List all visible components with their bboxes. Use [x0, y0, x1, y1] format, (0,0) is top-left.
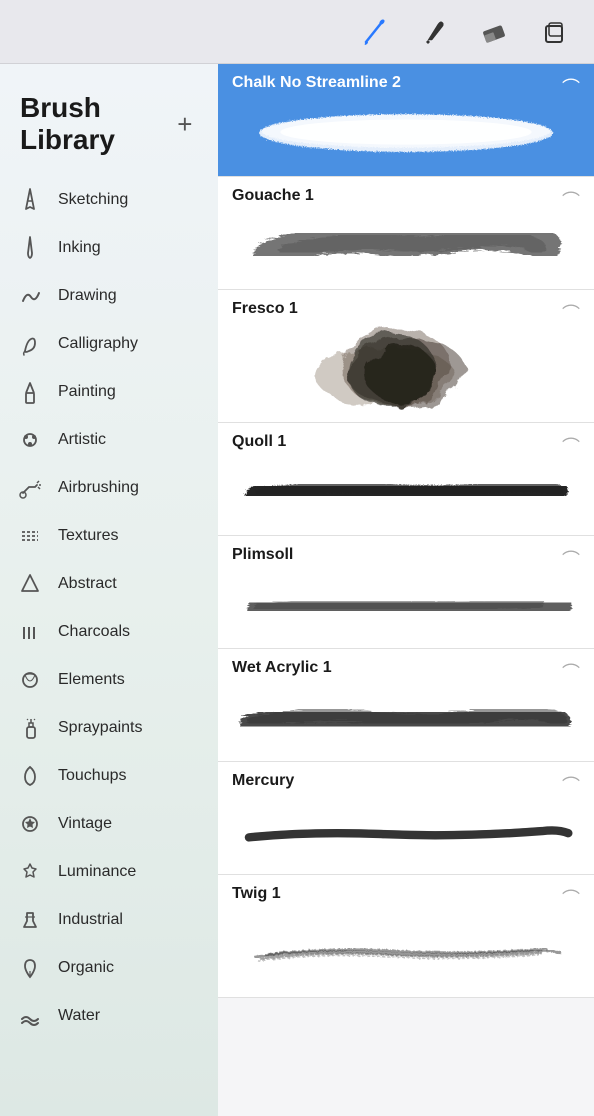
sidebar-item-label-luminance: Luminance — [58, 863, 136, 881]
touchups-icon — [16, 762, 44, 790]
organic-icon — [16, 954, 44, 982]
sidebar-item-label-artistic: Artistic — [58, 431, 106, 449]
brush-curl-quoll: ⌒ — [562, 433, 580, 459]
brush-preview-gouache — [218, 209, 594, 289]
sidebar: Brush Library + Sketching Inking Drawing — [0, 64, 218, 1116]
main-content: Brush Library + Sketching Inking Drawing — [0, 64, 594, 1116]
sidebar-item-vintage[interactable]: Vintage — [0, 800, 218, 848]
brush-preview-quoll — [218, 455, 594, 535]
brush-name-plimsoll: Plimsoll — [218, 536, 594, 568]
sidebar-item-artistic[interactable]: Artistic — [0, 416, 218, 464]
brush-preview-fresco — [218, 322, 594, 422]
sidebar-item-label-abstract: Abstract — [58, 575, 117, 593]
sidebar-item-label-inking: Inking — [58, 239, 101, 257]
brush-curl-wet-acrylic: ⌒ — [562, 659, 580, 685]
sidebar-item-label-charcoals: Charcoals — [58, 623, 130, 641]
toolbar — [0, 0, 594, 64]
painting-icon — [16, 378, 44, 406]
sidebar-item-drawing[interactable]: Drawing — [0, 272, 218, 320]
sidebar-item-textures[interactable]: Textures — [0, 512, 218, 560]
brush-curl-gouache: ⌒ — [562, 187, 580, 213]
eraser-tool-icon[interactable] — [478, 16, 510, 48]
brush-item-chalk[interactable]: Chalk No Streamline 2 ⌒ — [218, 64, 594, 177]
textures-icon — [16, 522, 44, 550]
elements-icon — [16, 666, 44, 694]
brush-name-quoll: Quoll 1 — [218, 423, 594, 455]
sidebar-item-label-sketching: Sketching — [58, 191, 128, 209]
brush-item-mercury[interactable]: Mercury ⌒ — [218, 762, 594, 875]
sidebar-item-label-textures: Textures — [58, 527, 118, 545]
sidebar-item-label-airbrushing: Airbrushing — [58, 479, 139, 497]
sidebar-item-label-water: Water — [58, 1007, 100, 1025]
sidebar-item-label-painting: Painting — [58, 383, 116, 401]
sidebar-item-inking[interactable]: Inking — [0, 224, 218, 272]
sidebar-item-charcoals[interactable]: Charcoals — [0, 608, 218, 656]
brush-item-plimsoll[interactable]: Plimsoll ⌒ — [218, 536, 594, 649]
vintage-icon — [16, 810, 44, 838]
sidebar-item-touchups[interactable]: Touchups — [0, 752, 218, 800]
sidebar-item-spraypaints[interactable]: Spraypaints — [0, 704, 218, 752]
sidebar-item-label-elements: Elements — [58, 671, 125, 689]
sidebar-item-sketching[interactable]: Sketching — [0, 176, 218, 224]
brush-curl-twig: ⌒ — [562, 885, 580, 911]
brush-name-fresco: Fresco 1 — [218, 290, 594, 322]
brush-curl-fresco: ⌒ — [562, 300, 580, 326]
brush-name-mercury: Mercury — [218, 762, 594, 794]
sidebar-item-label-touchups: Touchups — [58, 767, 127, 785]
sidebar-item-water[interactable]: Water — [0, 992, 218, 1040]
brush-curl-plimsoll: ⌒ — [562, 546, 580, 572]
brush-curl-chalk: ⌒ — [562, 74, 580, 100]
sidebar-item-label-drawing: Drawing — [58, 287, 117, 305]
brush-item-quoll[interactable]: Quoll 1 ⌒ — [218, 423, 594, 536]
sidebar-item-luminance[interactable]: Luminance — [0, 848, 218, 896]
inkpen-tool-icon[interactable] — [418, 16, 450, 48]
sidebar-item-label-calligraphy: Calligraphy — [58, 335, 138, 353]
sidebar-item-label-organic: Organic — [58, 959, 114, 977]
charcoals-icon — [16, 618, 44, 646]
calligraphy-icon — [16, 330, 44, 358]
brush-preview-twig — [218, 907, 594, 997]
sketching-icon — [16, 186, 44, 214]
brush-list: Chalk No Streamline 2 ⌒ Gouache 1 ⌒ — [218, 64, 594, 1116]
brush-preview-mercury — [218, 794, 594, 874]
brush-name-wet-acrylic: Wet Acrylic 1 — [218, 649, 594, 681]
sidebar-item-label-spraypaints: Spraypaints — [58, 719, 143, 737]
brush-item-gouache[interactable]: Gouache 1 ⌒ — [218, 177, 594, 290]
sidebar-item-abstract[interactable]: Abstract — [0, 560, 218, 608]
airbrushing-icon — [16, 474, 44, 502]
brush-preview-wet-acrylic — [218, 681, 594, 761]
sidebar-header: Brush Library + — [0, 64, 218, 176]
brush-name-chalk: Chalk No Streamline 2 — [218, 64, 594, 96]
brush-name-twig: Twig 1 — [218, 875, 594, 907]
sidebar-item-painting[interactable]: Painting — [0, 368, 218, 416]
drawing-icon — [16, 282, 44, 310]
sidebar-item-organic[interactable]: Organic — [0, 944, 218, 992]
sidebar-item-calligraphy[interactable]: Calligraphy — [0, 320, 218, 368]
sidebar-item-elements[interactable]: Elements — [0, 656, 218, 704]
abstract-icon — [16, 570, 44, 598]
brush-item-fresco[interactable]: Fresco 1 ⌒ — [218, 290, 594, 423]
add-brush-button[interactable]: + — [172, 108, 198, 140]
brush-name-gouache: Gouache 1 — [218, 177, 594, 209]
brush-item-wet-acrylic[interactable]: Wet Acrylic 1 ⌒ — [218, 649, 594, 762]
water-icon — [16, 1002, 44, 1030]
paintbrush-tool-icon[interactable] — [358, 16, 390, 48]
brush-preview-plimsoll — [218, 568, 594, 648]
layers-tool-icon[interactable] — [538, 16, 570, 48]
spraypaints-icon — [16, 714, 44, 742]
industrial-icon — [16, 906, 44, 934]
artistic-icon — [16, 426, 44, 454]
inking-icon — [16, 234, 44, 262]
brush-item-twig[interactable]: Twig 1 ⌒ — [218, 875, 594, 998]
brush-curl-mercury: ⌒ — [562, 772, 580, 798]
brush-preview-chalk — [218, 96, 594, 176]
sidebar-item-industrial[interactable]: Industrial — [0, 896, 218, 944]
sidebar-item-label-industrial: Industrial — [58, 911, 123, 929]
sidebar-item-label-vintage: Vintage — [58, 815, 112, 833]
sidebar-item-airbrushing[interactable]: Airbrushing — [0, 464, 218, 512]
luminance-icon — [16, 858, 44, 886]
sidebar-title: Brush Library — [20, 92, 172, 156]
